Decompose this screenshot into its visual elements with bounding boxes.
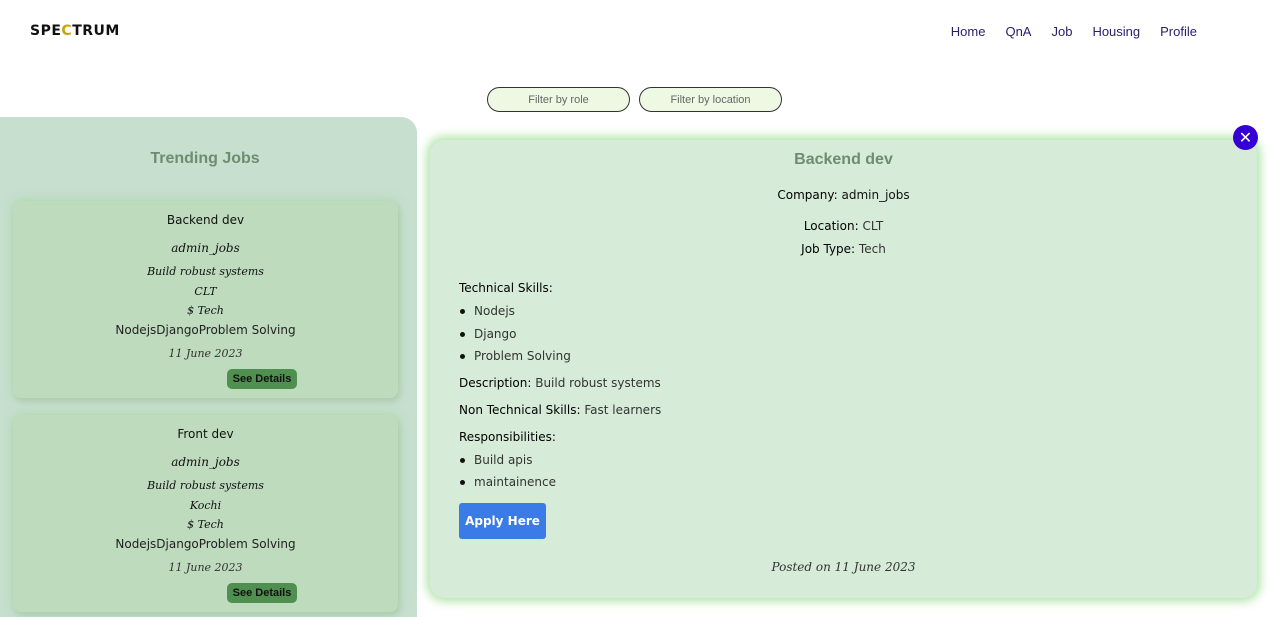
technical-skills-label: Technical Skills: (459, 281, 553, 295)
job-card-location: Kochi (189, 499, 222, 512)
job-card-date: 11 June 2023 (168, 561, 243, 574)
logo-mark: C (61, 23, 73, 39)
non-technical-row: Non Technical Skills: Fast learners (459, 403, 661, 417)
see-details-button[interactable]: See Details (227, 583, 297, 603)
job-card-title: Backend dev (166, 213, 245, 227)
location-row: Location: CLT (430, 219, 1257, 233)
logo[interactable]: SPECTRUM (30, 23, 120, 39)
job-card-location: CLT (194, 285, 217, 298)
description-label: Description: (459, 376, 532, 390)
responsibility-item: maintainence (460, 475, 556, 489)
filter-bar: Filter by role Filter by location (487, 87, 782, 112)
description-value: Build robust systems (535, 376, 661, 390)
filter-location-input[interactable]: Filter by location (639, 87, 782, 112)
responsibilities-label: Responsibilities: (459, 430, 556, 444)
filter-role-input[interactable]: Filter by role (487, 87, 630, 112)
job-card: Front dev admin_jobs Build robust system… (13, 415, 398, 612)
nav-housing[interactable]: Housing (1092, 24, 1140, 39)
job-card-title: Front dev (177, 427, 234, 441)
job-card-skills: NodejsDjangoProblem Solving (115, 537, 296, 551)
close-icon[interactable]: ✕ (1233, 125, 1258, 150)
job-type-row: Job Type: Tech (430, 242, 1257, 256)
job-card-description: Build robust systems (147, 479, 264, 492)
top-navbar: SPECTRUM Home QnA Job Housing Profile (0, 0, 1267, 64)
main-nav: Home QnA Job Housing Profile (951, 24, 1197, 39)
job-card-company: admin_jobs (171, 455, 240, 469)
job-card-type: $ Tech (187, 518, 224, 531)
company-label: Company: (777, 188, 838, 202)
job-card-company: admin_jobs (171, 241, 240, 255)
job-card-type: $ Tech (187, 304, 224, 317)
job-card-description: Build robust systems (147, 265, 264, 278)
skill-item: Nodejs (460, 304, 515, 318)
job-type-label: Job Type: (801, 242, 856, 256)
sidebar-title: Trending Jobs (150, 150, 260, 167)
nav-job[interactable]: Job (1051, 24, 1072, 39)
job-detail-panel: Backend dev Company: admin_jobs Location… (430, 140, 1257, 598)
posted-date: Posted on 11 June 2023 (771, 560, 916, 574)
skill-item: Problem Solving (460, 349, 571, 363)
nav-home[interactable]: Home (951, 24, 986, 39)
job-card-date: 11 June 2023 (168, 347, 243, 360)
non-technical-label: Non Technical Skills: (459, 403, 581, 417)
nav-qna[interactable]: QnA (1005, 24, 1031, 39)
skill-item: Django (460, 327, 517, 341)
job-type-value: Tech (858, 242, 886, 256)
company-value: admin_jobs (841, 188, 910, 202)
company-row: Company: admin_jobs (430, 188, 1257, 202)
trending-jobs-sidebar[interactable]: Trending Jobs Backend dev admin_jobs Bui… (0, 117, 417, 617)
see-details-button[interactable]: See Details (227, 369, 297, 389)
apply-button[interactable]: Apply Here (459, 503, 546, 539)
location-label: Location: (803, 219, 859, 233)
description-row: Description: Build robust systems (459, 376, 661, 390)
job-card-skills: NodejsDjangoProblem Solving (115, 323, 296, 337)
job-card: Backend dev admin_jobs Build robust syst… (13, 201, 398, 398)
job-detail-title: Backend dev (794, 151, 893, 168)
responsibility-item: Build apis (460, 453, 533, 467)
location-value: CLT (862, 219, 884, 233)
non-technical-value: Fast learners (584, 403, 662, 417)
nav-profile[interactable]: Profile (1160, 24, 1197, 39)
